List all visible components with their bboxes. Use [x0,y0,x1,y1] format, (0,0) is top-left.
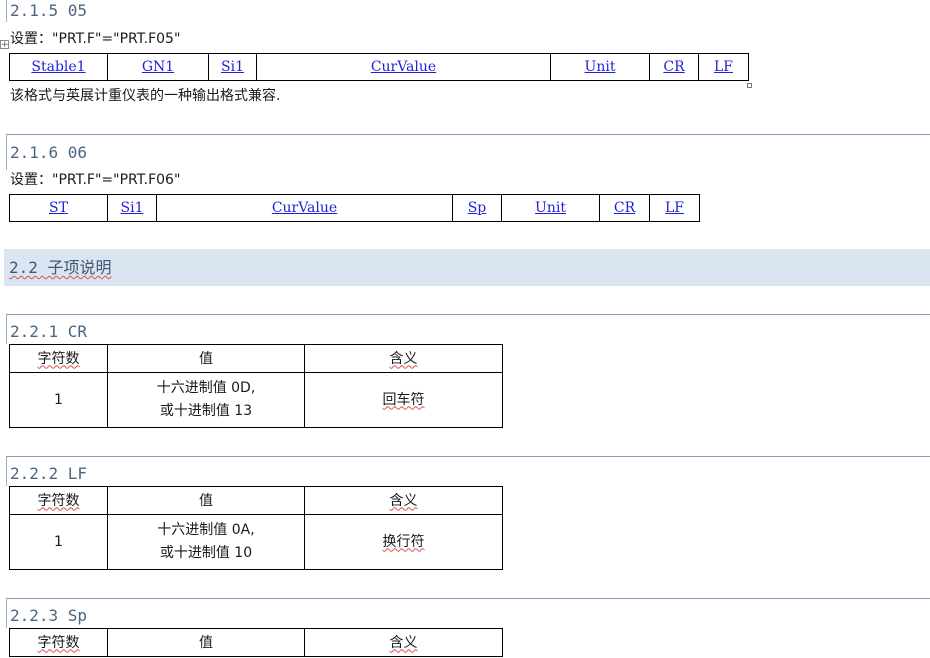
field-link-cr[interactable]: CR [663,59,684,75]
field-link-gn1[interactable]: GN1 [142,59,174,75]
setting-line-06: 设置："PRT.F"="PRT.F06" [10,172,181,188]
meaning-text: 回车符 [382,391,425,408]
field-cell: CR [599,194,650,222]
setting-line-05: 设置："PRT.F"="PRT.F05" [10,31,181,47]
field-link-stable1[interactable]: Stable1 [31,59,85,75]
count-cell: 1 [9,514,108,570]
format-table-06: ST Si1 CurValue Sp Unit CR LF [9,194,700,222]
header-cell: 值 [107,344,305,373]
header-value: 值 [199,634,213,651]
table-resize-handle-icon[interactable] [747,83,752,88]
field-link-unit[interactable]: Unit [585,59,616,75]
meaning-text: 换行符 [382,533,425,550]
info-table-sp: 字符数 值 含义 [9,628,503,657]
header-meaning: 含义 [389,634,418,651]
field-cell: Sp [452,194,502,222]
header-cell: 字符数 [9,344,108,373]
field-link-unit[interactable]: Unit [535,200,566,216]
heading-2-1-5: 2.1.5 05 [6,0,930,22]
header-count: 字符数 [37,350,80,367]
value-hex: 十六进制值 0D, [156,380,256,396]
format-table-05: Stable1 GN1 Si1 CurValue Unit CR LF [9,53,749,81]
value-cell: 十六进制值 0A, 或十进制值 10 [107,514,305,570]
field-link-si1[interactable]: Si1 [121,200,144,216]
header-cell: 含义 [304,486,503,515]
header-cell: 字符数 [9,628,108,657]
field-cell: LF [649,194,700,222]
heading-2-2-2: 2.2.2 LF [6,456,930,486]
section-title: 2.2 子项说明 [9,258,112,277]
header-cell: 值 [107,486,305,515]
field-link-st[interactable]: ST [49,200,68,216]
meaning-cell: 回车符 [304,372,503,428]
field-cell: GN1 [107,53,209,81]
field-link-si1[interactable]: Si1 [221,59,244,75]
header-count: 字符数 [37,492,80,509]
field-cell: Unit [501,194,600,222]
info-table-cr: 字符数 值 含义 1 十六进制值 0D, 或十进制值 13 回车符 [9,344,503,428]
count-cell: 1 [9,372,108,428]
field-cell: CurValue [256,53,551,81]
header-meaning: 含义 [389,492,418,509]
compat-note: 该格式与英展计重仪表的一种输出格式兼容. [10,88,281,104]
field-cell: ST [9,194,108,222]
field-cell: Unit [550,53,650,81]
field-cell: CurValue [156,194,453,222]
header-cell: 值 [107,628,305,657]
field-cell: CR [649,53,699,81]
header-cell: 字符数 [9,486,108,515]
header-cell: 含义 [304,344,503,373]
field-link-curvalue[interactable]: CurValue [272,200,337,216]
value-dec: 或十进制值 13 [159,403,253,419]
field-link-lf[interactable]: LF [714,59,733,75]
header-cell: 含义 [304,628,503,657]
meaning-cell: 换行符 [304,514,503,570]
header-count: 字符数 [37,634,80,651]
section-heading-2-2: 2.2 子项说明 [4,249,930,286]
info-table-lf: 字符数 值 含义 1 十六进制值 0A, 或十进制值 10 换行符 [9,486,503,570]
field-link-sp[interactable]: Sp [468,200,487,216]
header-value: 值 [199,492,213,509]
header-value: 值 [199,350,213,367]
table-move-handle-icon[interactable]: + [0,40,9,50]
field-link-curvalue[interactable]: CurValue [371,59,436,75]
field-link-cr[interactable]: CR [614,200,635,216]
field-cell: Si1 [208,53,257,81]
field-link-lf[interactable]: LF [665,200,684,216]
field-cell: Si1 [107,194,157,222]
value-hex: 十六进制值 0A, [157,522,255,538]
field-cell: Stable1 [9,53,108,81]
value-dec: 或十进制值 10 [159,545,253,561]
header-meaning: 含义 [389,350,418,367]
heading-2-2-1: 2.2.1 CR [6,314,930,344]
heading-2-1-6: 2.1.6 06 [6,134,930,170]
field-cell: LF [698,53,749,81]
value-cell: 十六进制值 0D, 或十进制值 13 [107,372,305,428]
heading-2-2-3: 2.2.3 Sp [6,598,930,628]
